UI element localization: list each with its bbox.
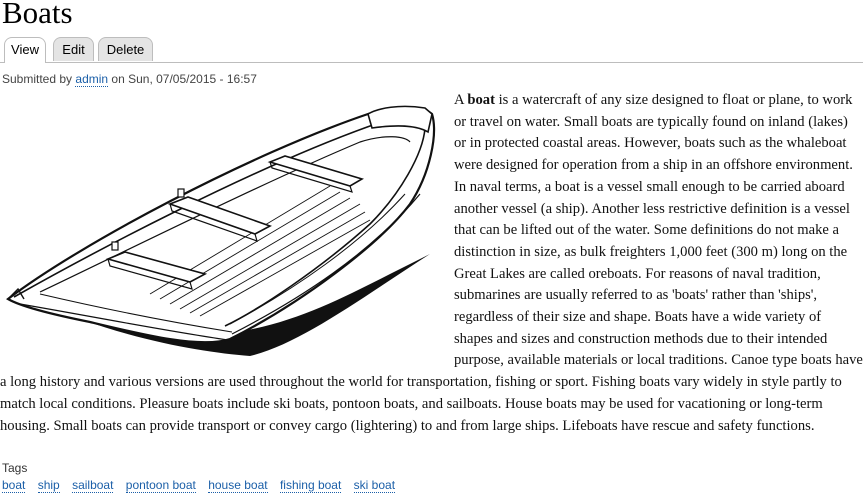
article-body: A boat is a watercraft of any size desig… [0, 90, 863, 437]
rowboat-illustration [6, 105, 436, 356]
tag-link[interactable]: pontoon boat [125, 478, 196, 493]
tag-link[interactable]: ski boat [353, 478, 396, 493]
tag-link[interactable]: sailboat [72, 478, 114, 493]
tag-link[interactable]: ship [37, 478, 60, 493]
tab-edit[interactable]: Edit [53, 37, 94, 61]
tag-link[interactable]: boat [2, 478, 26, 493]
submitted-prefix: Submitted by [2, 72, 73, 86]
tab-delete[interactable]: Delete [98, 37, 153, 61]
tag-link[interactable]: fishing boat [279, 478, 342, 493]
article-lead-word: boat [467, 92, 495, 108]
page-title: Boats [2, 0, 73, 30]
tab-view[interactable]: View [4, 37, 46, 63]
tag-link[interactable]: house boat [208, 478, 268, 493]
node-page: Boats View Edit Delete Submitted by admi… [0, 0, 863, 493]
article-lead-a: A [454, 92, 464, 108]
tags-list: boat ship sailboat pontoon boat house bo… [2, 478, 404, 493]
tags-label: Tags [2, 461, 28, 475]
tabs-bar: View Edit Delete [0, 35, 863, 63]
author-link[interactable]: admin [75, 72, 109, 87]
submitted-date: on Sun, 07/05/2015 - 16:57 [111, 72, 257, 86]
submitted-info: Submitted by admin on Sun, 07/05/2015 - … [2, 72, 257, 87]
